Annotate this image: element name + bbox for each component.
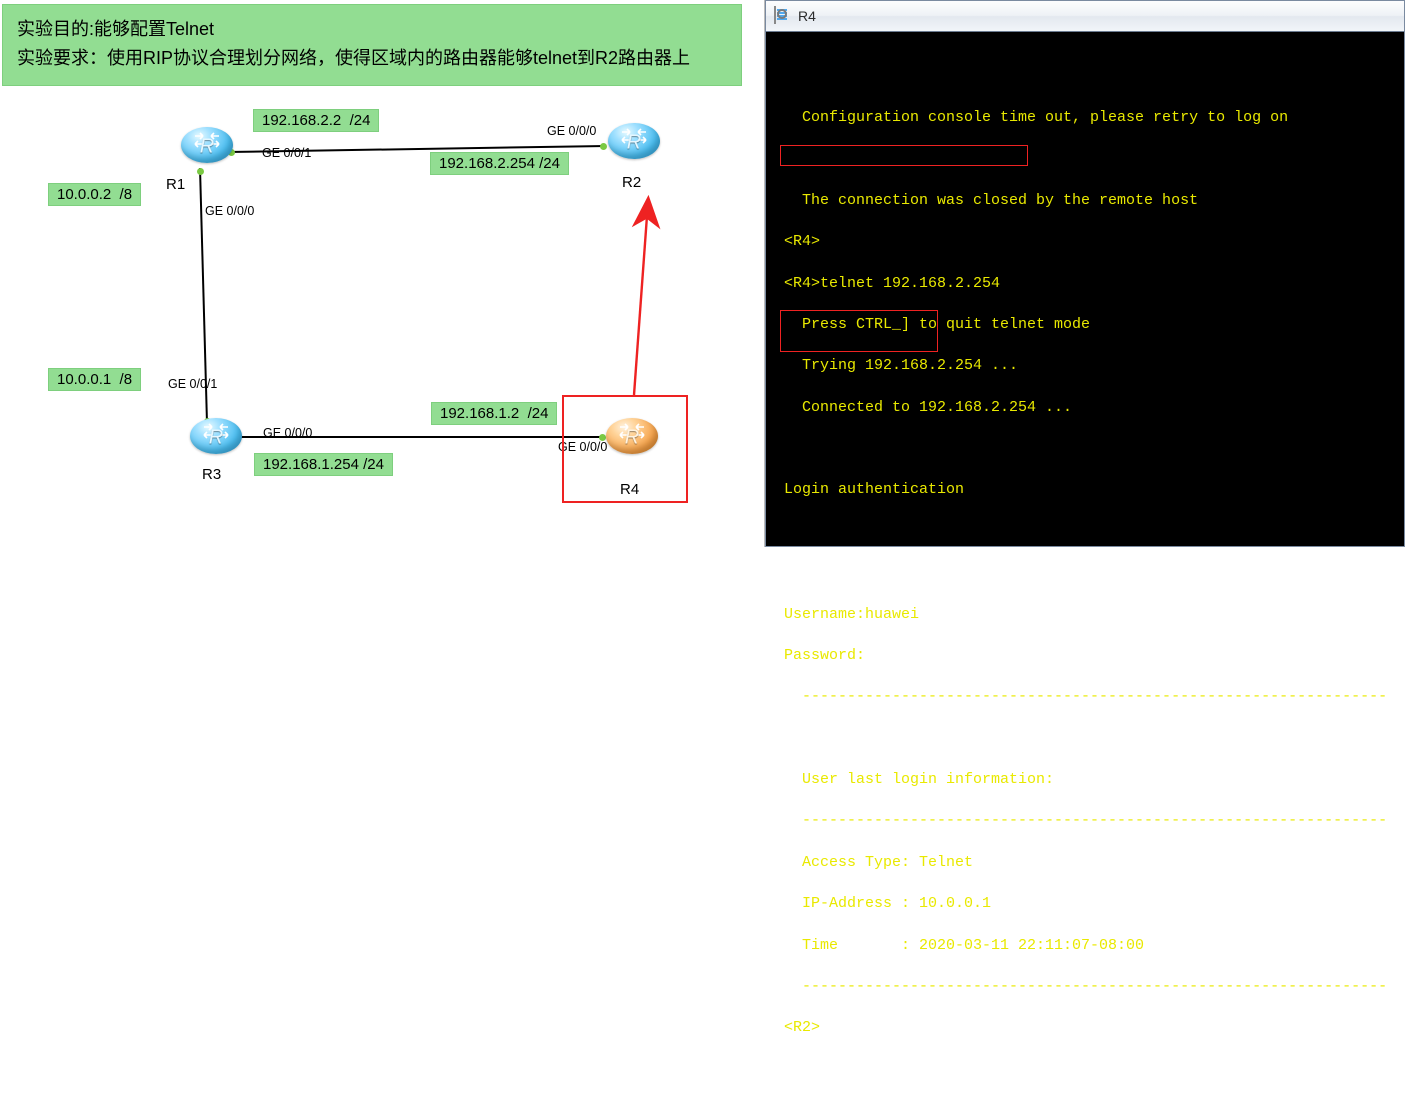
term-line: ----------------------------------------… <box>784 688 1387 705</box>
term-line: Configuration console time out, please r… <box>784 109 1288 126</box>
highlight-auth-box <box>780 310 938 352</box>
term-line: ----------------------------------------… <box>784 978 1387 995</box>
arrow-r4-to-r2 <box>0 0 763 547</box>
term-line: Time : 2020-03-11 22:11:07-08:00 <box>784 937 1144 954</box>
term-line: Connected to 192.168.2.254 ... <box>784 399 1072 416</box>
console-window: R4 Configuration console time out, pleas… <box>764 0 1405 547</box>
term-line: ----------------------------------------… <box>784 812 1387 829</box>
console-title: R4 <box>798 8 816 24</box>
console-body[interactable]: Configuration console time out, please r… <box>765 32 1405 547</box>
network-diagram: 实验目的:能够配置Telnet 实验要求：使用RIP协议合理划分网络，使得区域内… <box>0 0 763 547</box>
term-line: The connection was closed by the remote … <box>784 192 1198 209</box>
term-line: Username:huawei <box>784 606 919 623</box>
term-line: <R4>telnet 192.168.2.254 <box>784 275 1000 292</box>
highlight-telnet-command <box>780 145 1028 166</box>
term-line: Password: <box>784 647 865 664</box>
term-line: Trying 192.168.2.254 ... <box>784 357 1018 374</box>
term-line: <R4> <box>784 233 820 250</box>
app-icon <box>774 7 792 25</box>
term-line: IP-Address : 10.0.0.1 <box>784 895 991 912</box>
term-line: Login authentication <box>784 481 964 498</box>
term-line: Access Type: Telnet <box>784 854 973 871</box>
console-titlebar[interactable]: R4 <box>765 0 1405 32</box>
term-line: <R2> <box>784 1019 820 1036</box>
term-line: User last login information: <box>784 771 1054 788</box>
